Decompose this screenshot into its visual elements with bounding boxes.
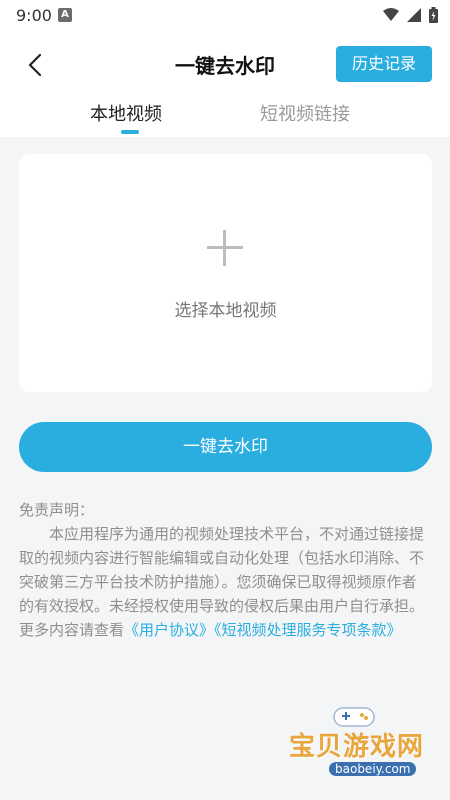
history-button[interactable]: 历史记录 (336, 46, 432, 82)
disclaimer-title: 免责声明： (19, 501, 95, 519)
site-watermark: 宝贝游戏网 baobeiy.com (285, 700, 445, 790)
tab-local-video[interactable]: 本地视频 (90, 100, 162, 126)
watermark-url: baobeiy.com (329, 762, 417, 776)
battery-icon (429, 7, 438, 23)
disclaimer-body: 本应用程序为通用的视频处理技术平台，不对通过链接提取的视频内容进行智能编辑或自动… (19, 522, 427, 642)
wifi-icon (383, 8, 399, 21)
signal-icon (407, 8, 421, 22)
app-header: 一键去水印 历史记录 本地视频 短视频链接 (0, 32, 450, 137)
plus-icon (207, 230, 243, 266)
tab-short-video-link[interactable]: 短视频链接 (260, 100, 350, 126)
status-time: 9:00 (16, 6, 52, 25)
gamepad-icon (333, 707, 375, 727)
select-video-card[interactable]: 选择本地视频 (19, 154, 432, 392)
notification-icon: A (58, 8, 72, 22)
status-bar: 9:00 A (0, 0, 450, 32)
watermark-text: 宝贝游戏网 (289, 732, 425, 762)
user-agreement-link[interactable]: 《用户协议》 (124, 621, 214, 639)
active-tab-indicator (121, 130, 139, 134)
disclaimer: 免责声明： 本应用程序为通用的视频处理技术平台，不对通过链接提取的视频内容进行智… (19, 498, 427, 642)
service-terms-link[interactable]: 《短视频处理服务专项条款》 (214, 621, 402, 639)
remove-watermark-button[interactable]: 一键去水印 (19, 422, 432, 472)
status-icons (383, 7, 438, 23)
select-video-label: 选择本地视频 (174, 301, 277, 321)
